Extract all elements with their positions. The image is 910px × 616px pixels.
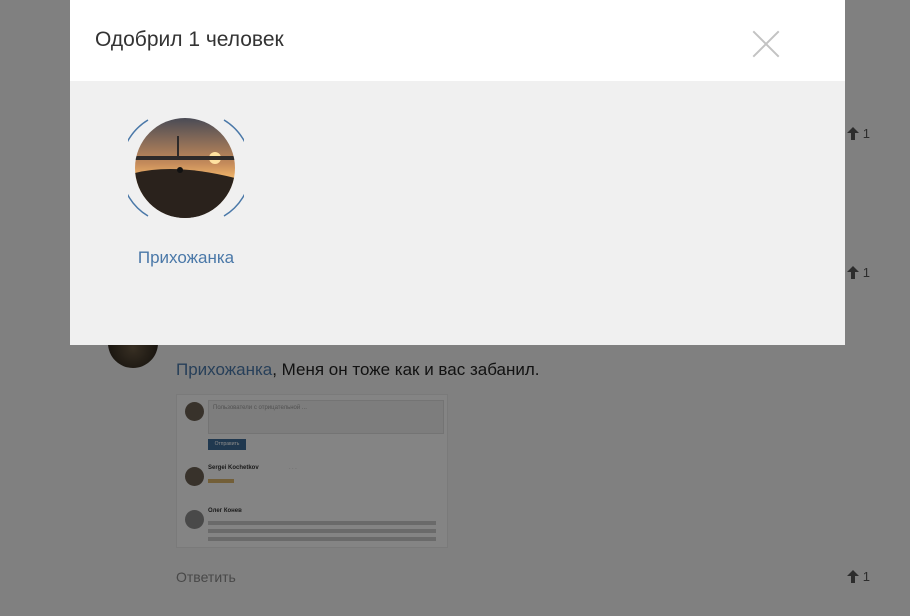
close-icon[interactable] [752, 30, 780, 58]
modal-header: Одобрил 1 человек [70, 0, 845, 81]
approver-name-link[interactable]: Прихожанка [126, 248, 246, 268]
approver-card[interactable]: Прихожанка [128, 118, 248, 268]
user-avatar[interactable] [135, 118, 235, 218]
approvals-modal: Одобрил 1 человек Прихожанка [70, 0, 845, 345]
modal-title: Одобрил 1 человек [95, 28, 284, 51]
